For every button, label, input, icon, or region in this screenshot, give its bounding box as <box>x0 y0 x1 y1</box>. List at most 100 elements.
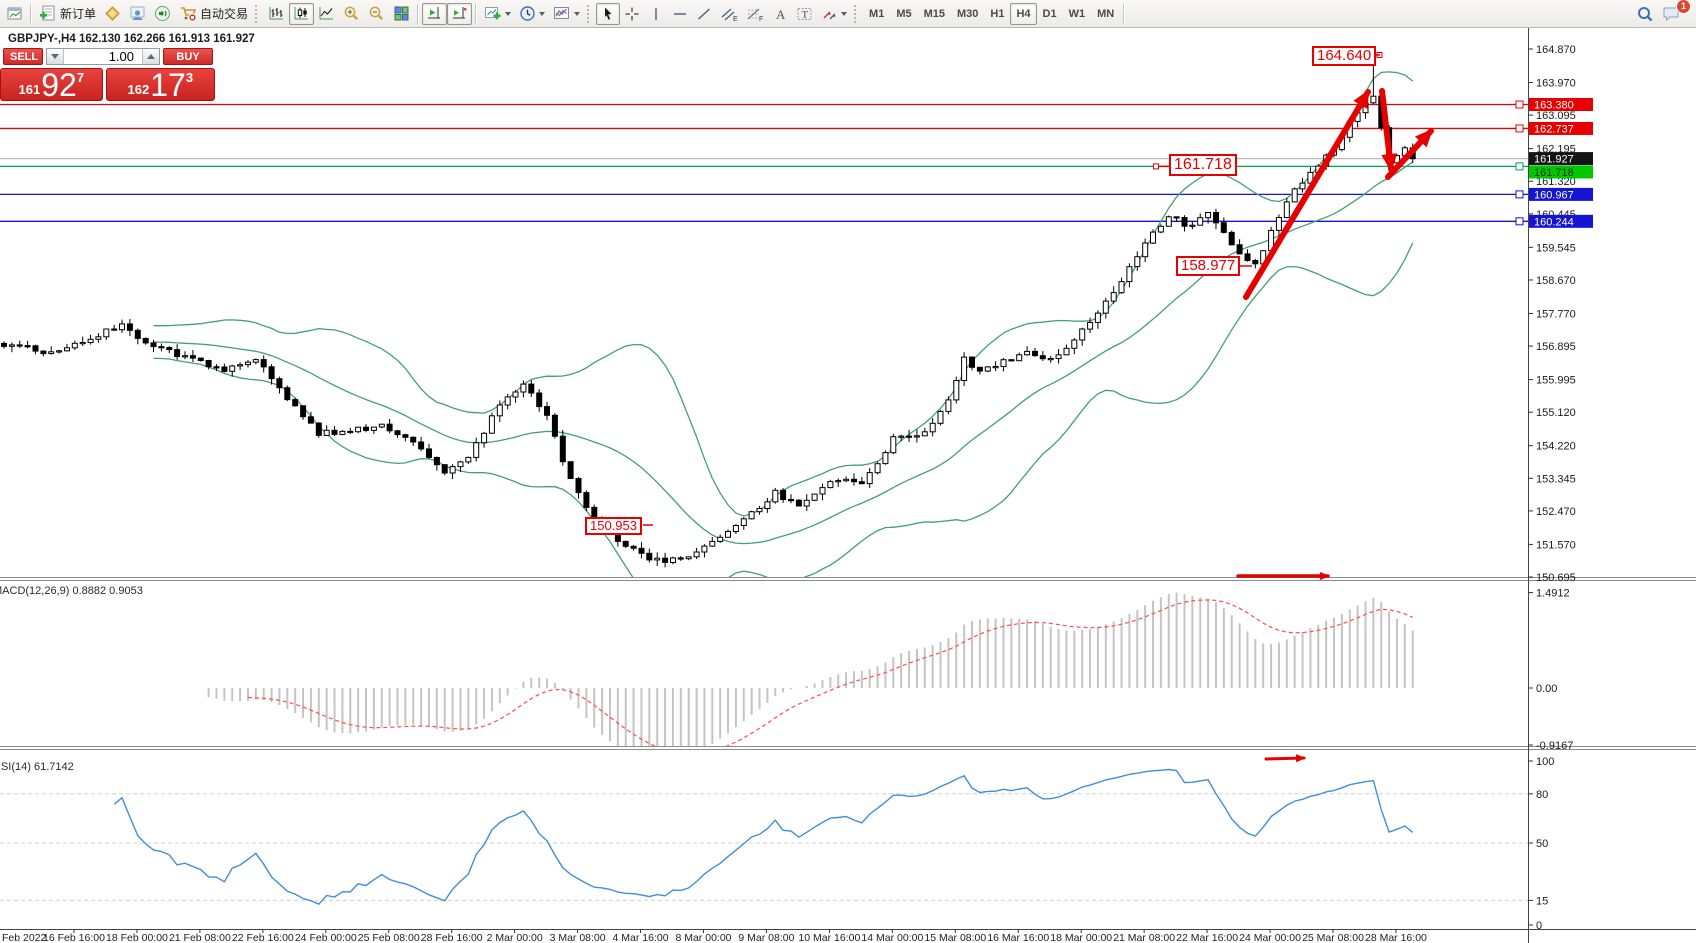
price-label-bottom[interactable]: 150.953 <box>585 517 642 535</box>
timeframe-m30-button[interactable]: M30 <box>951 3 984 25</box>
text-icon: A <box>772 6 788 22</box>
template-icon <box>553 5 571 22</box>
level-anchor-square[interactable] <box>1516 218 1523 225</box>
svg-text:160.244: 160.244 <box>1534 216 1574 228</box>
timeframe-m1-button[interactable]: M1 <box>863 3 890 25</box>
toolbar-grip <box>854 5 860 23</box>
vertical-line-tool-button[interactable] <box>644 3 668 25</box>
svg-text:28 Feb 16:00: 28 Feb 16:00 <box>421 932 483 943</box>
svg-text:24 Mar 00:00: 24 Mar 00:00 <box>1239 932 1301 943</box>
signals-button[interactable] <box>125 3 150 25</box>
line-chart-icon <box>318 5 335 22</box>
volume-input[interactable] <box>64 49 142 64</box>
sell-price-prefix: 161 <box>19 82 41 97</box>
vertical-line-icon <box>648 6 664 22</box>
buy-button[interactable]: BUY <box>163 48 213 65</box>
mid-anchor-square <box>1154 164 1159 169</box>
timeframe-h1-button[interactable]: H1 <box>984 3 1010 25</box>
level-anchor-square[interactable] <box>1516 125 1523 132</box>
volume-control <box>46 48 160 65</box>
level-anchor-square[interactable] <box>1516 191 1523 198</box>
auto-scroll-icon <box>451 5 468 22</box>
algo-trading-button[interactable]: 自动交易 <box>175 3 252 25</box>
periods-button[interactable] <box>515 3 549 25</box>
template-button[interactable] <box>549 3 584 25</box>
broadcast-icon <box>154 5 171 22</box>
new-order-button[interactable]: 新订单 <box>35 3 100 25</box>
svg-text:155.120: 155.120 <box>1536 407 1576 419</box>
arrows-tool-button[interactable] <box>817 3 851 25</box>
volume-increase-button[interactable] <box>142 49 159 64</box>
svg-text:E: E <box>733 16 738 22</box>
arrows-shapes-icon <box>821 6 838 22</box>
text-tool-button[interactable]: A <box>768 3 792 25</box>
dropdown-caret-icon <box>539 12 545 19</box>
rsi-arrow[interactable] <box>1266 758 1304 759</box>
price-label-peak[interactable]: 164.640 <box>1312 46 1376 66</box>
buy-price-big: 17 <box>150 71 186 100</box>
zoom-out-button[interactable] <box>364 3 389 25</box>
tile-windows-icon <box>393 5 410 22</box>
svg-text:161.718: 161.718 <box>1534 167 1574 179</box>
notifications-button[interactable]: 1 <box>1658 3 1685 25</box>
svg-text:163.970: 163.970 <box>1536 78 1576 90</box>
trend-arrow-up-2[interactable] <box>1388 131 1431 177</box>
toolbar: 新订单 自动交易 <box>0 0 1696 28</box>
svg-text:21 Mar 08:00: 21 Mar 08:00 <box>1113 932 1175 943</box>
toolbar-separator <box>417 4 419 24</box>
cursor-tool-button[interactable] <box>596 3 620 25</box>
timeframe-w1-button[interactable]: W1 <box>1063 3 1092 25</box>
algo-trading-label: 自动交易 <box>200 5 248 22</box>
volume-decrease-button[interactable] <box>47 49 64 64</box>
timeframe-mn-button[interactable]: MN <box>1091 3 1120 25</box>
price-label-pullback[interactable]: 158.977 <box>1176 256 1240 276</box>
rsi-indicator-label: RSI(14) 61.7142 <box>0 761 74 773</box>
auto-scroll-button[interactable] <box>447 3 472 25</box>
line-chart-mode-button[interactable] <box>314 3 339 25</box>
timeframe-d1-button[interactable]: D1 <box>1037 3 1063 25</box>
svg-text:16 Feb 16:00: 16 Feb 16:00 <box>43 932 105 943</box>
search-icon <box>1636 5 1654 23</box>
svg-text:0: 0 <box>1536 920 1542 932</box>
trendline-tool-button[interactable] <box>692 3 716 25</box>
notification-count-badge: 1 <box>1676 0 1691 14</box>
horizontal-line-tool-button[interactable] <box>668 3 692 25</box>
channel-tool-button[interactable]: E <box>716 3 742 25</box>
zoom-in-icon <box>343 5 360 22</box>
svg-text:1.4912: 1.4912 <box>1536 588 1570 600</box>
fibonacci-tool-button[interactable]: F <box>742 3 768 25</box>
chart-shift-icon <box>426 5 443 22</box>
timeframe-m15-button[interactable]: M15 <box>918 3 951 25</box>
price-label-mid[interactable]: 161.718 <box>1169 154 1237 176</box>
search-button[interactable] <box>1632 3 1658 25</box>
sell-price-display[interactable]: 161927 <box>0 68 103 101</box>
chart-shift-button[interactable] <box>422 3 447 25</box>
candlestick-mode-button[interactable] <box>289 3 314 25</box>
bar-chart-mode-button[interactable] <box>264 3 289 25</box>
level-anchor-square[interactable] <box>1516 163 1523 170</box>
svg-text:28 Mar 16:00: 28 Mar 16:00 <box>1365 932 1427 943</box>
macd-histogram <box>209 593 1413 763</box>
candlestick-series <box>2 58 1416 568</box>
chart-window-icon-button[interactable] <box>3 3 27 25</box>
sell-price-sup: 7 <box>77 70 84 85</box>
level-anchor-square[interactable] <box>1516 101 1523 108</box>
svg-text:155.995: 155.995 <box>1536 375 1576 387</box>
tile-windows-button[interactable] <box>389 3 414 25</box>
sell-button[interactable]: SELL <box>3 48 43 65</box>
cursor-icon <box>600 6 616 22</box>
crosshair-tool-button[interactable] <box>620 3 644 25</box>
svg-text:153.345: 153.345 <box>1536 473 1576 485</box>
svg-text:161.927: 161.927 <box>1534 154 1574 166</box>
market-button[interactable] <box>100 3 125 25</box>
zoom-in-button[interactable] <box>339 3 364 25</box>
svg-text:21 Feb 08:00: 21 Feb 08:00 <box>169 932 231 943</box>
timeframe-h4-button[interactable]: H4 <box>1010 3 1036 25</box>
one-click-trading-panel: SELL BUY 161927 162173 <box>0 48 215 101</box>
new-chart-button[interactable] <box>480 3 515 25</box>
broadcast-button[interactable] <box>150 3 175 25</box>
buy-price-display[interactable]: 162173 <box>106 68 215 101</box>
text-label-tool-button[interactable]: T <box>792 3 817 25</box>
equidistant-channel-icon: E <box>720 6 738 22</box>
timeframe-m5-button[interactable]: M5 <box>890 3 917 25</box>
